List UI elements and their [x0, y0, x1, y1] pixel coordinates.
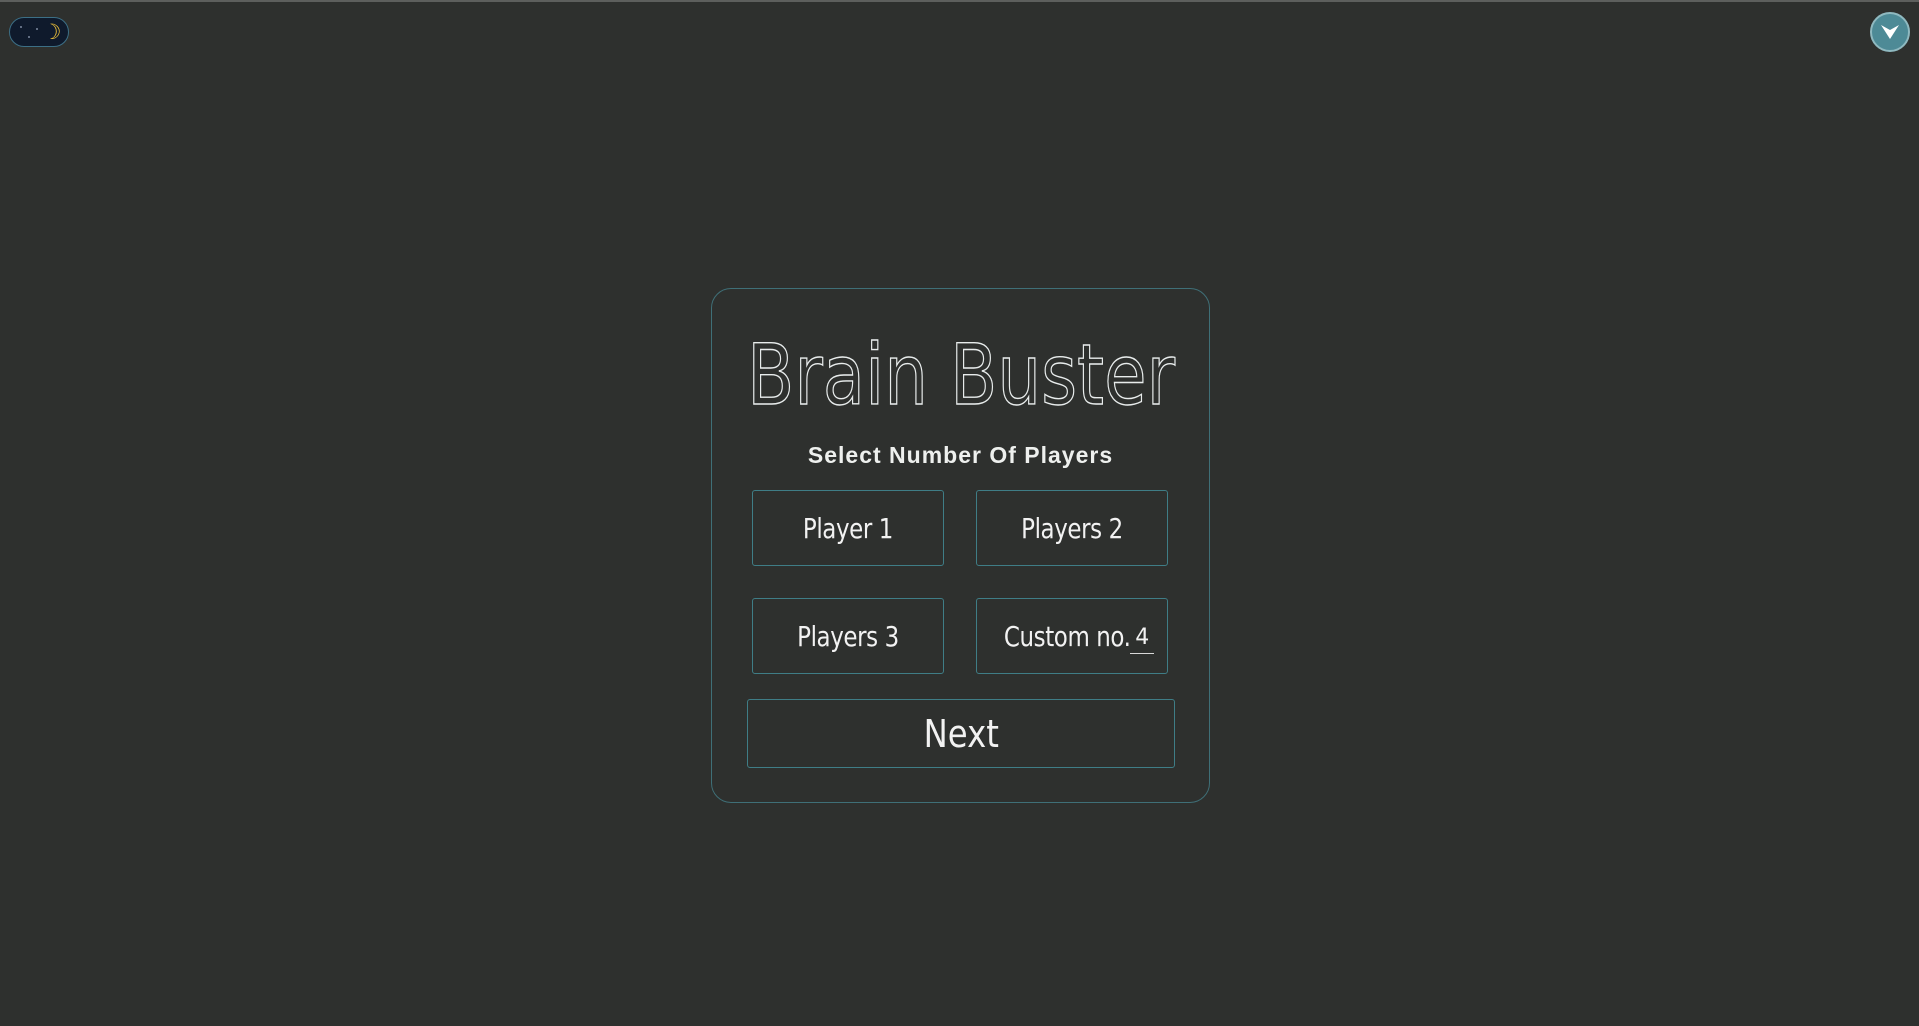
player-select-card: Brain Buster Select Number Of Players Pl… [711, 288, 1210, 803]
players-2-label: Players 2 [1021, 511, 1123, 545]
custom-players-label: Custom no. [1003, 619, 1131, 653]
players-3-label: Players 3 [797, 619, 899, 653]
page-subtitle: Select Number Of Players [807, 442, 1114, 468]
custom-players-option[interactable]: Custom no. [976, 598, 1168, 674]
star-icon [28, 36, 30, 38]
players-3-button[interactable]: Players 3 [752, 598, 944, 674]
next-button[interactable]: Next [747, 699, 1175, 768]
game-title-text: Brain Buster [747, 326, 1175, 416]
game-title: Brain Buster [712, 326, 1209, 416]
custom-players-input[interactable] [1130, 624, 1155, 654]
star-icon [36, 28, 38, 30]
next-label: Next [923, 711, 999, 756]
star-icon [20, 26, 22, 28]
player-1-label: Player 1 [802, 511, 894, 545]
menu-toggle-button[interactable] [1870, 12, 1910, 52]
player-1-button[interactable]: Player 1 [752, 490, 944, 566]
theme-toggle[interactable]: ☽ [9, 17, 69, 47]
moon-icon: ☽ [42, 20, 62, 44]
chevron-down-icon [1881, 25, 1899, 39]
players-2-button[interactable]: Players 2 [976, 490, 1168, 566]
top-border-line [0, 0, 1919, 2]
